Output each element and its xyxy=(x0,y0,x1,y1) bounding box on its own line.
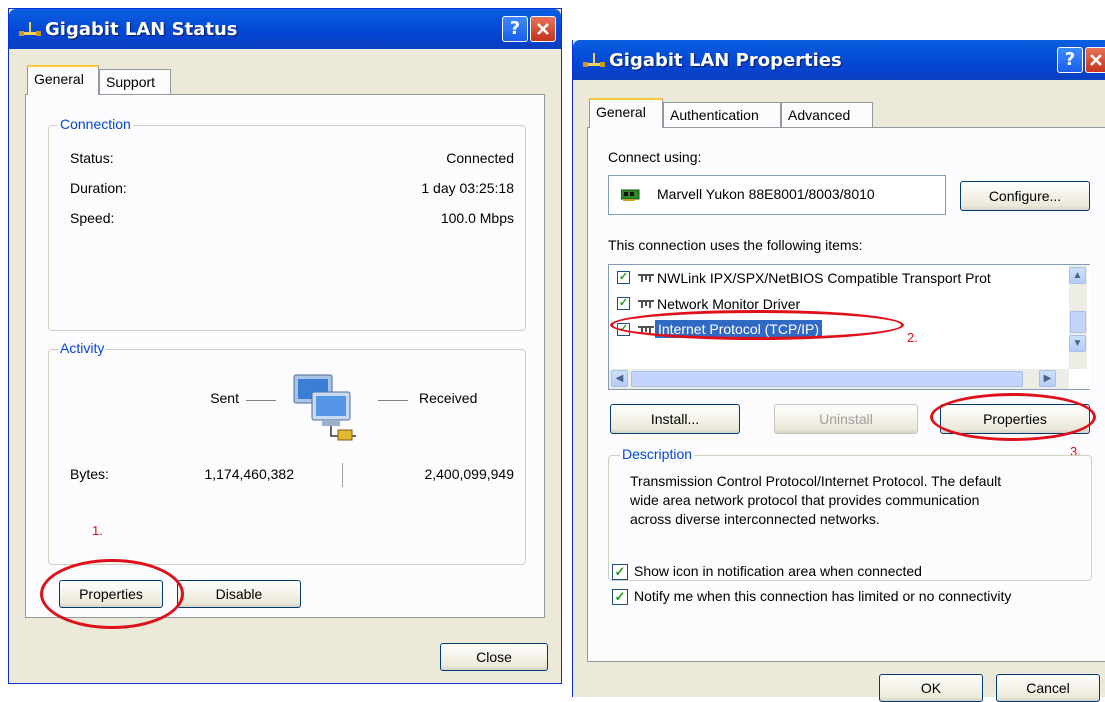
notify-checkbox[interactable]: ✓ xyxy=(612,589,628,605)
properties-titlebar[interactable]: Gigabit LAN Properties ? xyxy=(573,40,1105,80)
received-line xyxy=(378,400,408,401)
disable-button[interactable]: Disable xyxy=(177,580,301,608)
activity-group-label: Activity xyxy=(58,340,107,356)
description-line: wide area network protocol that provides… xyxy=(630,492,980,508)
annotation-step-2: 2. xyxy=(907,330,918,345)
status-titlebar[interactable]: Gigabit LAN Status ? xyxy=(9,9,561,49)
status-value: Connected xyxy=(446,150,514,166)
help-button[interactable]: ? xyxy=(1057,47,1083,73)
scroll-left-icon[interactable]: ◀ xyxy=(611,370,628,387)
tab-advanced[interactable]: Advanced xyxy=(781,102,873,128)
item-label: NWLink IPX/SPX/NetBIOS Compatible Transp… xyxy=(657,270,991,286)
bytes-label: Bytes: xyxy=(70,466,109,482)
properties-window: Gigabit LAN Properties ? General Authent… xyxy=(572,40,1105,702)
close-button[interactable]: Close xyxy=(440,643,548,671)
show-icon-label[interactable]: Show icon in notification area when conn… xyxy=(634,563,922,579)
tab-general[interactable]: General xyxy=(589,98,663,128)
scroll-thumb[interactable] xyxy=(1070,311,1086,333)
horizontal-scrollbar[interactable]: ◀ ▶ xyxy=(609,369,1069,389)
status-general-panel: Connection Status: Connected Duration: 1… xyxy=(25,94,545,629)
tab-support[interactable]: Support xyxy=(99,69,171,95)
install-button[interactable]: Install... xyxy=(610,404,740,434)
description-line: Transmission Control Protocol/Internet P… xyxy=(630,473,1002,489)
close-window-button[interactable] xyxy=(530,16,556,42)
duration-label: Duration: xyxy=(70,180,127,196)
uninstall-button[interactable]: Uninstall xyxy=(774,404,918,434)
vertical-scrollbar[interactable]: ▲ ▼ xyxy=(1069,265,1087,369)
notify-label[interactable]: Notify me when this connection has limit… xyxy=(634,588,1011,604)
annotation-circle-properties xyxy=(40,559,184,629)
close-window-button[interactable] xyxy=(1085,47,1105,73)
network-adapter-icon xyxy=(621,189,640,201)
properties-window-title: Gigabit LAN Properties xyxy=(609,50,842,71)
bytes-divider xyxy=(342,463,343,487)
status-window: Gigabit LAN Status ? General Support Con… xyxy=(8,8,562,684)
description-line: across diverse interconnected networks. xyxy=(630,511,880,527)
bytes-received-value: 2,400,099,949 xyxy=(424,466,514,482)
connection-group-label: Connection xyxy=(58,116,133,132)
scroll-right-icon[interactable]: ▶ xyxy=(1039,370,1056,387)
tab-authentication[interactable]: Authentication xyxy=(663,102,781,128)
protocol-icon xyxy=(638,300,654,308)
scroll-thumb[interactable] xyxy=(631,371,1023,387)
close-icon xyxy=(1090,54,1102,66)
network-connection-icon xyxy=(583,53,605,67)
help-button[interactable]: ? xyxy=(502,16,528,42)
show-icon-checkbox[interactable]: ✓ xyxy=(612,564,628,580)
sent-label: Sent xyxy=(210,390,239,406)
scroll-down-icon[interactable]: ▼ xyxy=(1069,335,1086,352)
network-activity-icon xyxy=(293,374,356,441)
scroll-up-icon[interactable]: ▲ xyxy=(1069,267,1086,284)
item-checkbox[interactable]: ✓ xyxy=(617,271,630,284)
ok-button[interactable]: OK xyxy=(879,674,983,702)
connect-using-label: Connect using: xyxy=(608,149,702,165)
description-group-label: Description xyxy=(620,446,695,462)
speed-value: 100.0 Mbps xyxy=(440,210,514,226)
bytes-sent-value: 1,174,460,382 xyxy=(204,466,294,482)
network-connection-icon xyxy=(19,22,41,36)
properties-general-panel: Connect using: Marvell Yukon 88E8001/800… xyxy=(587,127,1105,662)
configure-button[interactable]: Configure... xyxy=(960,181,1090,211)
tab-general[interactable]: General xyxy=(27,65,99,95)
annotation-circle-tcpip xyxy=(610,310,904,340)
items-label: This connection uses the following items… xyxy=(608,237,863,253)
duration-value: 1 day 03:25:18 xyxy=(421,180,514,196)
annotation-circle-properties xyxy=(930,393,1096,441)
cancel-button[interactable]: Cancel xyxy=(996,674,1100,702)
sent-line xyxy=(246,400,276,401)
close-icon xyxy=(537,23,549,35)
received-label: Received xyxy=(419,390,478,406)
speed-label: Speed: xyxy=(70,210,115,226)
status-label: Status: xyxy=(70,150,114,166)
list-item[interactable]: ✓ NWLink IPX/SPX/NetBIOS Compatible Tran… xyxy=(609,265,1069,291)
status-window-title: Gigabit LAN Status xyxy=(45,19,238,40)
annotation-step-1: 1. xyxy=(92,523,103,538)
protocol-icon xyxy=(638,274,654,282)
adapter-name: Marvell Yukon 88E8001/8003/8010 xyxy=(657,186,875,202)
adapter-box: Marvell Yukon 88E8001/8003/8010 xyxy=(608,175,946,215)
item-checkbox[interactable]: ✓ xyxy=(617,297,630,310)
